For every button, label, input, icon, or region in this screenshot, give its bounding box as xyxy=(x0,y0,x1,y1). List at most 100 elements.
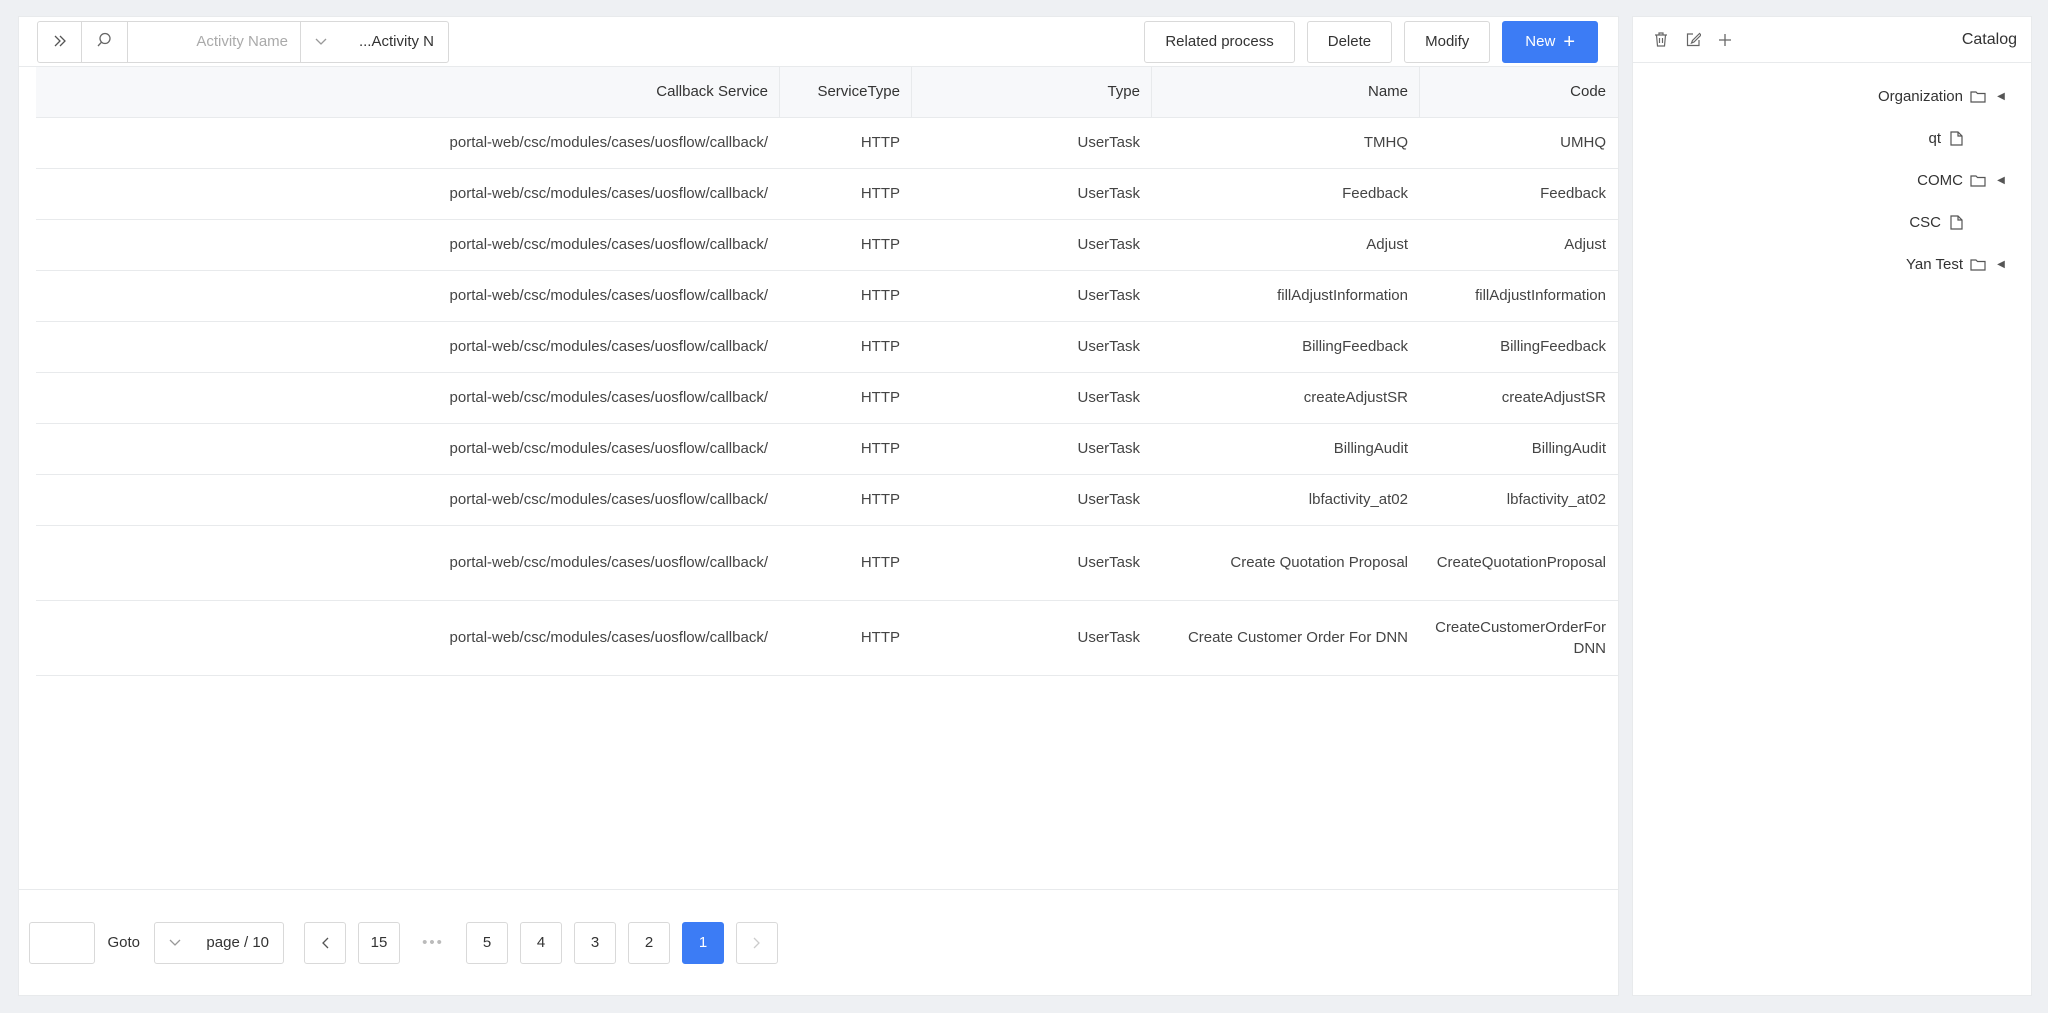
table-cell: HTTP xyxy=(780,321,912,373)
table-row[interactable]: createAdjustSR createAdjustSR UserTask HTTP… xyxy=(36,372,1618,424)
table-row[interactable]: CreateQuotationProposal Create Quotation … xyxy=(36,525,1618,601)
table-row[interactable]: CreateCustomerOrderForDNN Create Customer… xyxy=(36,600,1618,676)
add-icon[interactable] xyxy=(1717,32,1733,48)
table-header-row: Code Name Type ServiceType Callback Service xyxy=(36,67,1618,118)
table-cell: BillingAudit xyxy=(1152,423,1420,475)
related-process-button[interactable]: Related process xyxy=(1144,20,1295,63)
table-cell: Create Customer Order For DNN xyxy=(1152,600,1420,676)
table-cell: Feedback xyxy=(1152,168,1420,220)
chevron-down-icon xyxy=(315,35,327,49)
table-cell: /portal-web/csc/modules/cases/uosflow/ca… xyxy=(36,117,780,169)
table-cell: BillingFeedback xyxy=(1420,321,1618,373)
table-row[interactable]: UMHQ TMHQ UserTask HTTP/portal-web/csc/modu… xyxy=(36,117,1618,169)
table-cell: UserTask xyxy=(912,168,1152,220)
table-cell: CreateQuotationProposal xyxy=(1420,525,1618,601)
table-cell: HTTP xyxy=(780,423,912,475)
new-button-label: New xyxy=(1525,33,1556,50)
table-row[interactable]: lbfactivity_at02 lbfactivity_at02 UserTask… xyxy=(36,474,1618,526)
table-row[interactable]: BillingFeedback BillingFeedback UserTask HT… xyxy=(36,321,1618,373)
pagination: 1 2 3 4 5 ••• 15 10 / page Goto xyxy=(19,889,1618,995)
search-input[interactable] xyxy=(128,21,300,62)
catalog-title: Catalog xyxy=(1961,30,2017,48)
double-chevron-icon xyxy=(53,31,67,52)
page-button[interactable]: 3 xyxy=(574,921,616,964)
table-cell: /portal-web/csc/modules/cases/uosflow/ca… xyxy=(36,600,780,676)
caret-icon[interactable]: ◀ xyxy=(1993,175,2009,186)
table-row[interactable]: fillAdjustInformation fillAdjustInformati… xyxy=(36,270,1618,322)
page-button[interactable]: 5 xyxy=(466,921,508,964)
table-cell: Feedback xyxy=(1420,168,1618,220)
table-body: UMHQ TMHQ UserTask HTTP/portal-web/csc/modu… xyxy=(36,117,1618,676)
table-cell: HTTP xyxy=(780,168,912,220)
search-button[interactable] xyxy=(82,21,128,62)
expand-filter-button[interactable] xyxy=(38,21,82,62)
table-cell: lbfactivity_at02 xyxy=(1420,474,1618,526)
toolbar: + New Modify Delete Related process Acti… xyxy=(19,17,1618,67)
table-row[interactable]: BillingAudit BillingAudit UserTask HTTP/por… xyxy=(36,423,1618,475)
main-panel: + New Modify Delete Related process Acti… xyxy=(18,16,1619,996)
new-button[interactable]: + New xyxy=(1502,20,1598,63)
trash-icon[interactable] xyxy=(1653,32,1669,48)
page-ellipsis[interactable]: ••• xyxy=(412,921,454,964)
page-size-value: 10 / page xyxy=(206,934,269,951)
table-cell: UserTask xyxy=(912,219,1152,271)
next-page-button[interactable] xyxy=(304,921,346,964)
column-header[interactable]: Type xyxy=(912,67,1152,118)
caret-icon[interactable]: ◀ xyxy=(1993,91,2009,102)
table-cell: /portal-web/csc/modules/cases/uosflow/ca… xyxy=(36,321,780,373)
tree-node[interactable]: ◀ Organization xyxy=(1633,75,2031,117)
table-cell: UserTask xyxy=(912,270,1152,322)
file-icon xyxy=(1947,214,1965,230)
search-icon xyxy=(97,32,112,51)
table-row[interactable]: Adjust Adjust UserTask HTTP/portal-web/csc/… xyxy=(36,219,1618,271)
search-field-select[interactable]: Activity N... xyxy=(300,21,448,62)
tree-node[interactable]: CSC xyxy=(1633,201,2031,243)
plus-icon: + xyxy=(1563,30,1575,53)
catalog-tree: ◀ Organization qt ◀ COMC CSC ◀ Yan Test xyxy=(1633,63,2031,285)
table-cell: UserTask xyxy=(912,474,1152,526)
tree-node-label: Yan Test xyxy=(1906,255,1963,273)
catalog-panel: Catalog ◀ Organization qt ◀ COMC CSC ◀ Yan Test xyxy=(1632,16,2032,996)
page-size-select[interactable]: 10 / page xyxy=(154,921,284,964)
table-cell: HTTP xyxy=(780,270,912,322)
page-button[interactable]: 1 xyxy=(682,921,724,964)
catalog-header: Catalog xyxy=(1633,17,2031,63)
modify-button[interactable]: Modify xyxy=(1404,20,1491,63)
table-cell: fillAdjustInformation xyxy=(1420,270,1618,322)
table-cell: HTTP xyxy=(780,219,912,271)
search-field-value: Activity N... xyxy=(358,33,434,50)
goto-page-input[interactable] xyxy=(29,921,96,964)
table-cell: lbfactivity_at02 xyxy=(1152,474,1420,526)
page-button[interactable]: 15 xyxy=(358,921,400,964)
tree-node[interactable]: ◀ Yan Test xyxy=(1633,243,2031,285)
table-row[interactable]: Feedback Feedback UserTask HTTP/portal-web/… xyxy=(36,168,1618,220)
file-icon xyxy=(1947,130,1965,146)
folder-icon xyxy=(1969,90,1987,103)
delete-button[interactable]: Delete xyxy=(1306,20,1393,63)
table-cell: /portal-web/csc/modules/cases/uosflow/ca… xyxy=(36,270,780,322)
column-header[interactable]: Name xyxy=(1152,67,1420,118)
page-button[interactable]: 4 xyxy=(520,921,562,964)
column-header[interactable]: Code xyxy=(1420,67,1618,118)
table-cell: createAdjustSR xyxy=(1420,372,1618,424)
catalog-actions xyxy=(1653,32,1733,48)
prev-page-button[interactable] xyxy=(736,921,778,964)
caret-icon[interactable]: ◀ xyxy=(1993,259,2009,270)
table-cell: BillingAudit xyxy=(1420,423,1618,475)
table-cell: /portal-web/csc/modules/cases/uosflow/ca… xyxy=(36,372,780,424)
table-cell: /portal-web/csc/modules/cases/uosflow/ca… xyxy=(36,168,780,220)
table-cell: HTTP xyxy=(780,474,912,526)
column-header[interactable]: ServiceType xyxy=(780,67,912,118)
table-cell: UserTask xyxy=(912,423,1152,475)
folder-icon xyxy=(1969,258,1987,271)
tree-node[interactable]: ◀ COMC xyxy=(1633,159,2031,201)
action-buttons: + New Modify Delete Related process xyxy=(1144,20,1598,63)
edit-icon[interactable] xyxy=(1685,32,1701,48)
table-cell: /portal-web/csc/modules/cases/uosflow/ca… xyxy=(36,525,780,601)
tree-node[interactable]: qt xyxy=(1633,117,2031,159)
column-header[interactable]: Callback Service xyxy=(36,67,780,118)
folder-icon xyxy=(1969,174,1987,187)
table-cell: Create Quotation Proposal xyxy=(1152,525,1420,601)
tree-node-label: qt xyxy=(1928,129,1941,147)
page-button[interactable]: 2 xyxy=(628,921,670,964)
